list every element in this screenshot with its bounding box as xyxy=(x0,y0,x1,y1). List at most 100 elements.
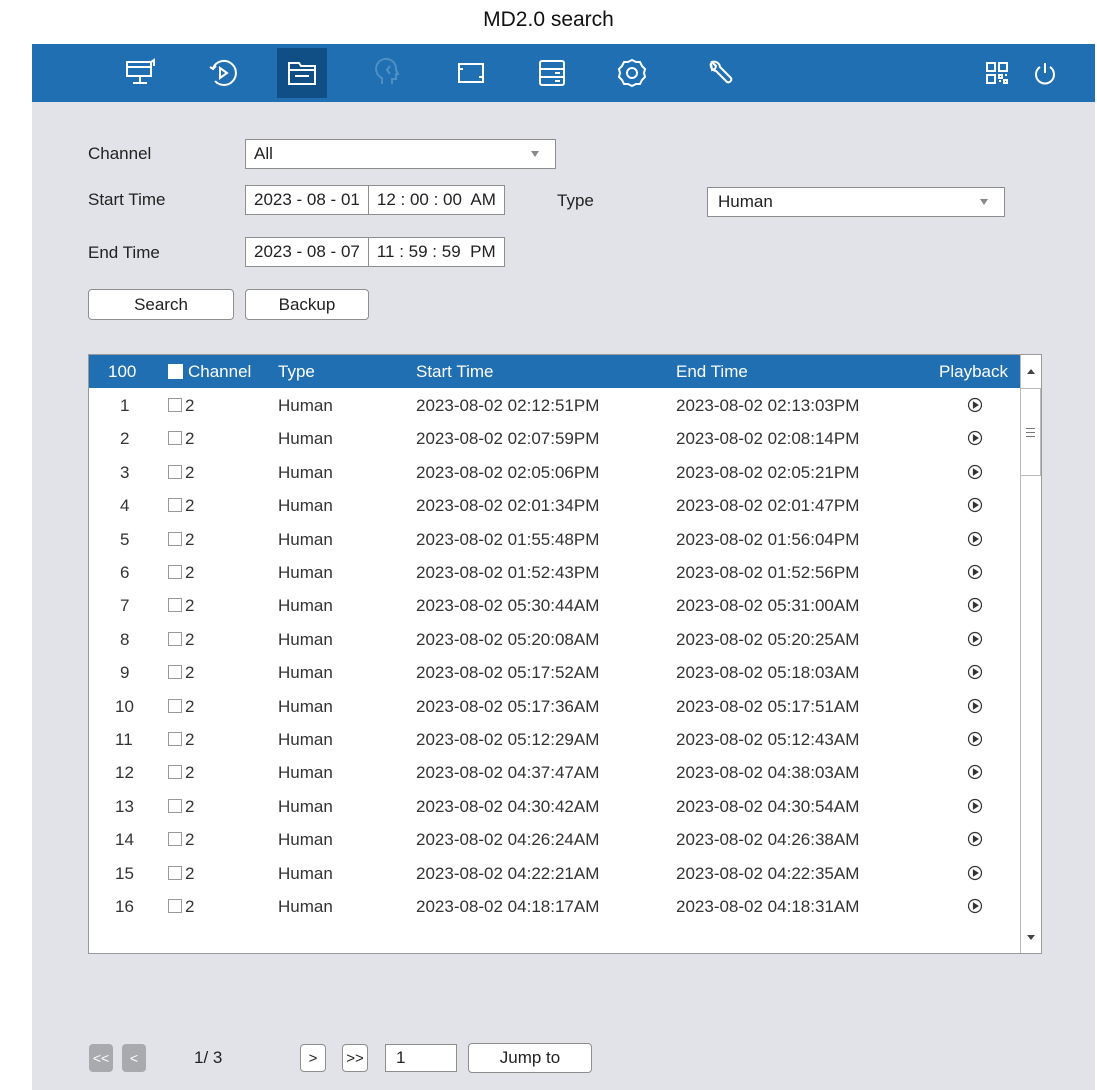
start-date-field[interactable]: 2023 - 08 - 01 xyxy=(246,190,368,210)
table-row[interactable]: 13 2 Human 2023-08-02 04:30:42AM 2023-08-02 … xyxy=(89,791,1019,821)
end-date-field[interactable]: 2023 - 08 - 07 xyxy=(246,242,368,262)
row-checkbox[interactable] xyxy=(168,565,182,579)
play-icon[interactable] xyxy=(967,464,983,485)
row-channel: 2 xyxy=(185,897,195,916)
play-icon[interactable] xyxy=(967,497,983,518)
row-start-time: 2023-08-02 04:30:42AM xyxy=(416,796,600,816)
maintenance-icon[interactable] xyxy=(694,48,744,98)
table-row[interactable]: 4 2 Human 2023-08-02 02:01:34PM 2023-08-02 0… xyxy=(89,490,1019,520)
end-time-label: End Time xyxy=(88,243,160,262)
row-end-time: 2023-08-02 04:26:38AM xyxy=(676,830,860,850)
play-icon[interactable] xyxy=(967,397,983,418)
backup-button[interactable]: Backup xyxy=(245,289,369,320)
table-row[interactable]: 12 2 Human 2023-08-02 04:37:47AM 2023-08-02 … xyxy=(89,757,1019,787)
type-select[interactable]: Human xyxy=(707,187,1005,217)
row-start-time: 2023-08-02 01:52:43PM xyxy=(416,563,600,582)
play-icon[interactable] xyxy=(967,531,983,552)
prev-page-button[interactable]: < xyxy=(122,1044,146,1072)
end-time-picker: 2023 - 08 - 07 11 : 59 : 59 PM xyxy=(245,237,505,267)
row-end-time: 2023-08-02 02:08:14PM xyxy=(676,429,860,449)
table-row[interactable]: 6 2 Human 2023-08-02 01:52:43PM 2023-08-02 0… xyxy=(89,557,1019,587)
table-row[interactable]: 2 2 Human 2023-08-02 02:07:59PM 2023-08-02 0… xyxy=(89,423,1019,453)
table-row[interactable]: 5 2 Human 2023-08-02 01:55:48PM 2023-08-02 0… xyxy=(89,524,1019,554)
row-checkbox[interactable] xyxy=(168,698,182,713)
row-start-time: 2023-08-02 02:12:51PM xyxy=(416,396,600,415)
row-checkbox[interactable] xyxy=(168,431,182,446)
row-checkbox[interactable] xyxy=(168,798,182,813)
table-row[interactable]: 8 2 Human 2023-08-02 05:20:08AM 2023-08-02 0… xyxy=(89,624,1019,654)
play-icon[interactable] xyxy=(967,564,983,585)
row-start-time: 2023-08-02 01:55:48PM xyxy=(416,529,600,549)
scroll-up-button[interactable] xyxy=(1020,355,1041,388)
row-channel: 2 xyxy=(185,796,195,816)
face-icon[interactable] xyxy=(364,48,414,98)
first-page-button[interactable]: << xyxy=(89,1044,113,1072)
row-checkbox[interactable] xyxy=(168,531,182,546)
row-start-time: 2023-08-02 02:05:06PM xyxy=(416,462,600,482)
play-icon[interactable] xyxy=(967,865,983,886)
play-icon[interactable] xyxy=(967,430,983,451)
row-number: 7 xyxy=(120,596,130,616)
playback-icon[interactable] xyxy=(198,48,248,98)
qr-code-icon[interactable] xyxy=(972,48,1022,98)
table-row[interactable]: 11 2 Human 2023-08-02 05:12:29AM 2023-08-02 … xyxy=(89,724,1019,754)
row-start-time: 2023-08-02 05:30:44AM xyxy=(416,596,600,616)
row-checkbox[interactable] xyxy=(168,899,182,913)
next-page-button[interactable]: > xyxy=(300,1044,326,1072)
power-icon[interactable] xyxy=(1020,48,1070,98)
play-icon[interactable] xyxy=(967,798,983,819)
page-number-input[interactable]: 1 xyxy=(385,1044,457,1072)
table-row[interactable]: 7 2 Human 2023-08-02 05:30:44AM 2023-08-02 0… xyxy=(89,590,1019,620)
channel-select[interactable]: All xyxy=(245,139,556,169)
play-icon[interactable] xyxy=(967,631,983,652)
play-icon[interactable] xyxy=(967,664,983,685)
row-start-time: 2023-08-02 02:07:59PM xyxy=(416,429,600,449)
play-icon[interactable] xyxy=(967,764,983,785)
row-number: 11 xyxy=(115,730,133,749)
row-type: Human xyxy=(278,763,333,783)
row-checkbox[interactable] xyxy=(168,631,182,646)
monitor-icon[interactable] xyxy=(115,48,165,98)
row-type: Human xyxy=(278,696,333,716)
caption: MD2.0 search xyxy=(483,8,614,31)
row-checkbox[interactable] xyxy=(168,498,182,513)
select-all-checkbox[interactable] xyxy=(168,364,183,379)
table-row[interactable]: 15 2 Human 2023-08-02 04:22:21AM 2023-08-02 … xyxy=(89,858,1019,888)
row-checkbox[interactable] xyxy=(168,464,182,479)
row-checkbox[interactable] xyxy=(168,665,182,680)
search-button[interactable]: Search xyxy=(88,289,234,320)
play-icon[interactable] xyxy=(967,831,983,852)
row-checkbox[interactable] xyxy=(168,732,182,746)
row-checkbox[interactable] xyxy=(168,398,182,412)
play-icon[interactable] xyxy=(967,898,983,919)
file-search-icon[interactable] xyxy=(277,48,327,98)
type-label: Type xyxy=(557,191,594,210)
jump-to-button[interactable]: Jump to xyxy=(468,1043,592,1073)
row-checkbox[interactable] xyxy=(168,832,182,847)
table-row[interactable]: 9 2 Human 2023-08-02 05:17:52AM 2023-08-02 0… xyxy=(89,657,1019,687)
settings-icon[interactable] xyxy=(607,48,657,98)
table-row[interactable]: 1 2 Human 2023-08-02 02:12:51PM 2023-08-02 0… xyxy=(89,390,1019,420)
row-start-time: 2023-08-02 04:37:47AM xyxy=(416,763,600,783)
play-icon[interactable] xyxy=(967,597,983,618)
scroll-down-button[interactable] xyxy=(1020,922,1041,953)
table-row[interactable]: 10 2 Human 2023-08-02 05:17:36AM 2023-08-02 … xyxy=(89,691,1019,721)
last-page-button[interactable]: >> xyxy=(342,1044,368,1072)
table-row[interactable]: 16 2 Human 2023-08-02 04:18:17AM 2023-08-02 … xyxy=(89,891,1019,921)
row-checkbox[interactable] xyxy=(168,598,182,613)
table-row[interactable]: 14 2 Human 2023-08-02 04:26:24AM 2023-08-02 … xyxy=(89,824,1019,854)
row-checkbox[interactable] xyxy=(168,865,182,880)
row-checkbox[interactable] xyxy=(168,765,182,780)
play-icon[interactable] xyxy=(967,731,983,752)
camera-icon[interactable] xyxy=(446,48,496,98)
row-channel: 2 xyxy=(185,529,195,549)
end-time-field[interactable]: 11 : 59 : 59 PM xyxy=(369,242,504,262)
scrollbar-thumb[interactable] xyxy=(1020,388,1041,476)
row-start-time: 2023-08-02 05:17:52AM xyxy=(416,663,600,683)
play-icon[interactable] xyxy=(967,698,983,719)
arrow-down-icon xyxy=(1027,935,1035,940)
table-row[interactable]: 3 2 Human 2023-08-02 02:05:06PM 2023-08-02 0… xyxy=(89,457,1019,487)
start-time-field[interactable]: 12 : 00 : 00 AM xyxy=(369,190,504,210)
storage-icon[interactable] xyxy=(527,48,577,98)
row-type: Human xyxy=(278,462,333,482)
